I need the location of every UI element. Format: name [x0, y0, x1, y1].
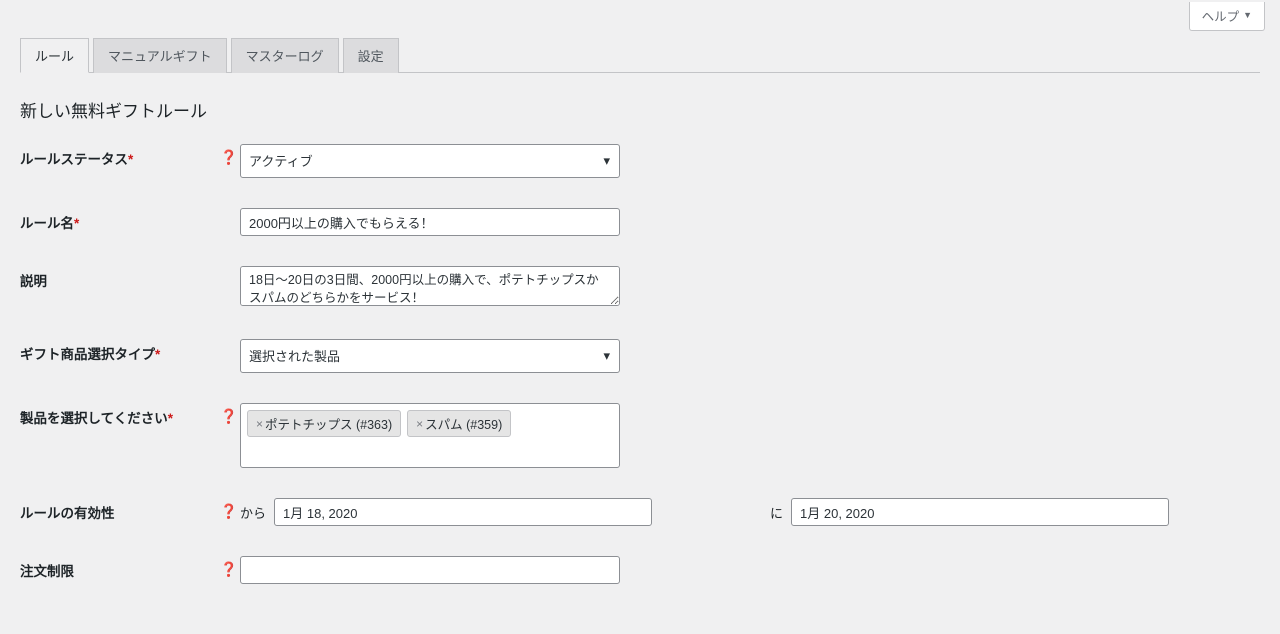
help-icon[interactable]: ❓: [220, 149, 237, 166]
help-button-label: ヘルプ: [1202, 6, 1240, 25]
remove-tag-icon[interactable]: ×: [416, 417, 423, 431]
date-to-input[interactable]: [791, 498, 1169, 526]
label-select-products-text: 製品を選択してください: [20, 411, 168, 426]
page-title: 新しい無料ギフトルール: [20, 97, 1260, 122]
label-from: から: [240, 503, 266, 522]
help-icon[interactable]: ❓: [220, 503, 237, 520]
date-from-input[interactable]: [274, 498, 652, 526]
label-rule-validity-text: ルールの有効性: [20, 506, 115, 521]
label-rule-status: ルールステータス*: [20, 144, 220, 168]
products-multiselect[interactable]: ×ポテトチップス (#363) ×スパム (#359): [240, 403, 620, 468]
label-gift-type: ギフト商品選択タイプ*: [20, 339, 220, 363]
required-mark: *: [74, 216, 79, 231]
tab-manual-gift[interactable]: マニュアルギフト: [93, 38, 227, 73]
label-rule-validity: ルールの有効性: [20, 498, 220, 522]
chevron-down-icon: ▼: [1243, 11, 1252, 20]
tab-master-log[interactable]: マスターログ: [231, 38, 339, 73]
required-mark: *: [128, 152, 133, 167]
product-tag: ×スパム (#359): [407, 410, 511, 437]
rule-status-select[interactable]: アクティブ: [240, 144, 620, 178]
help-icon[interactable]: ❓: [220, 561, 237, 578]
label-description-text: 説明: [20, 274, 47, 289]
tabs: ルール マニュアルギフト マスターログ 設定: [20, 37, 1260, 73]
gift-type-select[interactable]: 選択された製品: [240, 339, 620, 373]
help-icon[interactable]: ❓: [220, 408, 237, 425]
label-order-limit: 注文制限: [20, 556, 220, 580]
product-tag: ×ポテトチップス (#363): [247, 410, 401, 437]
tab-settings[interactable]: 設定: [343, 38, 399, 73]
label-rule-status-text: ルールステータス: [20, 152, 128, 167]
label-order-limit-text: 注文制限: [20, 564, 74, 579]
rule-name-input[interactable]: [240, 208, 620, 236]
tab-rules[interactable]: ルール: [20, 38, 89, 73]
label-to: に: [770, 503, 783, 522]
label-rule-name: ルール名*: [20, 208, 220, 232]
label-rule-name-text: ルール名: [20, 216, 74, 231]
label-gift-type-text: ギフト商品選択タイプ: [20, 347, 155, 362]
required-mark: *: [155, 347, 160, 362]
label-description: 説明: [20, 266, 220, 290]
label-select-products: 製品を選択してください*: [20, 403, 220, 427]
required-mark: *: [168, 411, 173, 426]
remove-tag-icon[interactable]: ×: [256, 417, 263, 431]
product-tag-label: ポテトチップス (#363): [265, 414, 392, 433]
description-textarea[interactable]: 18日～20日の3日間、2000円以上の購入で、ポテトチップスかスパムのどちらか…: [240, 266, 620, 306]
help-button[interactable]: ヘルプ ▼: [1189, 2, 1265, 31]
product-tag-label: スパム (#359): [425, 414, 502, 433]
